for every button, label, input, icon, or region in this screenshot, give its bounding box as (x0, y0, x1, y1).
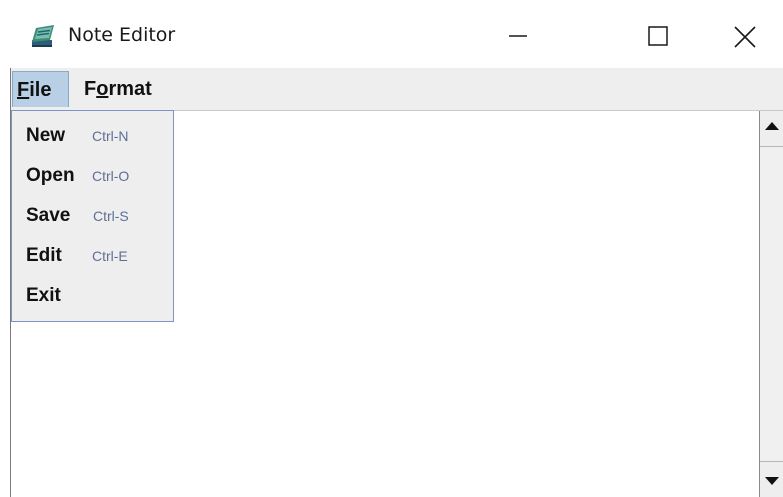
arrow-down-icon (765, 477, 779, 485)
maximize-icon (648, 26, 668, 46)
menu-format-mnemonic: o (96, 78, 109, 100)
menu-file[interactable]: File (12, 71, 69, 107)
note-text-area[interactable] (174, 111, 759, 497)
menu-item-save[interactable]: Save Ctrl-S (12, 198, 173, 234)
menu-item-shortcut: Ctrl-S (93, 208, 129, 224)
scroll-track[interactable] (760, 147, 783, 461)
menu-format-label-start: F (84, 78, 97, 100)
maximize-button[interactable] (622, 0, 684, 68)
menu-format[interactable]: Format (76, 71, 158, 107)
minimize-icon (509, 35, 527, 37)
menu-item-open[interactable]: Open Ctrl-O (12, 158, 173, 194)
minimize-button[interactable] (492, 0, 554, 68)
vertical-scrollbar[interactable] (759, 111, 783, 497)
arrow-up-icon (765, 122, 779, 130)
close-button[interactable] (717, 0, 779, 68)
title-bar[interactable]: Note Editor (0, 0, 783, 68)
menu-item-shortcut: Ctrl-E (92, 248, 128, 264)
notepad-icon (30, 24, 56, 48)
menu-file-label: ile (29, 79, 52, 101)
close-icon (734, 26, 756, 48)
scroll-down-button[interactable] (760, 461, 783, 497)
menu-file-mnemonic: F (17, 79, 30, 101)
menu-item-label: New (26, 125, 66, 146)
menu-item-label: Edit (26, 245, 62, 266)
menu-item-edit[interactable]: Edit Ctrl-E (12, 238, 173, 274)
menu-item-label: Exit (26, 285, 61, 306)
menu-item-exit[interactable]: Exit (12, 278, 173, 314)
menu-item-shortcut: Ctrl-O (92, 168, 130, 184)
menu-item-shortcut: Ctrl-N (92, 128, 129, 144)
menu-bar: File Format (11, 68, 783, 111)
scroll-up-button[interactable] (760, 111, 783, 147)
menu-item-new[interactable]: New Ctrl-N (12, 118, 173, 154)
menu-item-label: Open (26, 165, 75, 186)
window-title: Note Editor (68, 24, 176, 46)
menu-item-label: Save (26, 205, 71, 226)
file-menu-dropdown: New Ctrl-N Open Ctrl-O Save Ctrl-S Edit … (11, 110, 174, 322)
menu-format-label-end: rmat (108, 78, 152, 100)
